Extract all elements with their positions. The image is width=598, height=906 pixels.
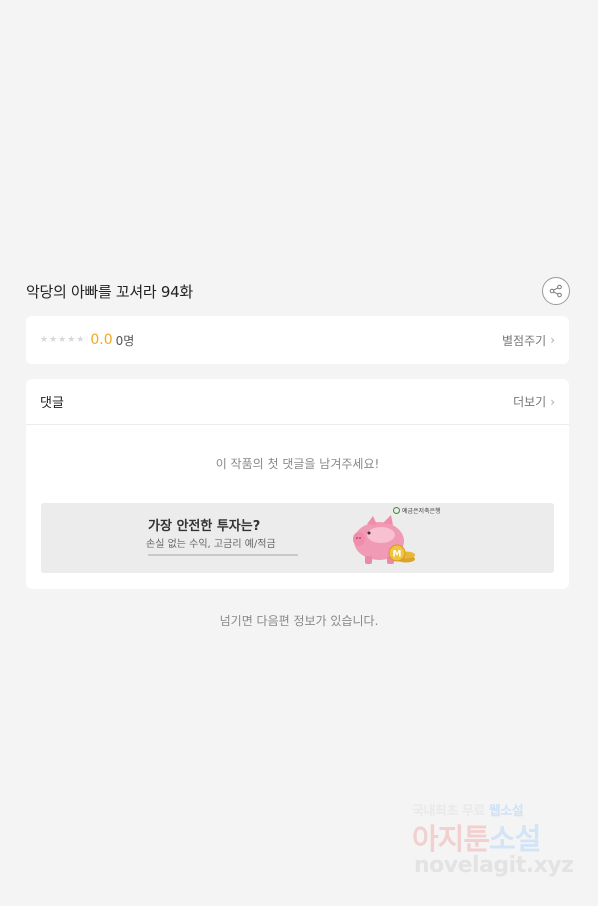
rating-score: 0.0 <box>90 332 113 348</box>
watermark-brand: 아지툰소설 <box>412 816 541 858</box>
star-icon: ★ <box>76 334 85 345</box>
episode-title-row: 악당의 아빠를 꼬셔라 94화 <box>26 276 570 306</box>
comment-card: 댓글 더보기 › 이 작품의 첫 댓글을 남겨주세요! 가장 안전한 투자는? … <box>26 379 569 589</box>
empty-comments-message: 이 작품의 첫 댓글을 남겨주세요! <box>215 457 380 471</box>
chevron-right-icon: › <box>550 394 555 409</box>
rating-card: ★ ★ ★ ★ ★ 0.0 0명 별점주기 › <box>26 316 569 364</box>
ad-fine-print <box>148 553 298 559</box>
rate-button[interactable]: 별점주기 › <box>502 332 555 349</box>
comment-section-title: 댓글 <box>40 396 64 411</box>
svg-text:M: M <box>393 550 402 560</box>
watermark-brand-b: 소설 <box>489 822 541 856</box>
piggy-bank-icon: M <box>353 515 415 564</box>
rating-stars: ★ ★ ★ ★ ★ <box>40 334 85 345</box>
watermark-brand-a: 아지툰 <box>412 822 490 856</box>
watermark: 국내최초 무료 웹소설 아지툰소설 novelagit.xyz <box>412 800 582 882</box>
ad-banner[interactable]: 가장 안전한 투자는? 손실 없는 수익, 고금리 예/적금 예금은저축은행 M <box>41 503 554 573</box>
watermark-url: novelagit.xyz <box>414 853 574 878</box>
rate-button-label: 별점주기 <box>502 333 547 348</box>
next-episode-info: 넘기면 다음편 정보가 있습니다. <box>219 614 379 628</box>
comments-more-label: 더보기 <box>513 395 547 409</box>
star-icon: ★ <box>67 334 76 345</box>
share-icon <box>549 284 562 298</box>
ad-subline: 손실 없는 수익, 고금리 예/적금 <box>146 539 276 550</box>
chevron-right-icon: › <box>550 333 555 347</box>
star-icon: ★ <box>58 334 67 345</box>
comments-more-button[interactable]: 더보기 › <box>513 393 555 410</box>
comment-header: 댓글 더보기 › <box>26 379 569 425</box>
rating-count: 0명 <box>115 333 135 348</box>
episode-title: 악당의 아빠를 꼬셔라 94화 <box>26 282 193 301</box>
star-icon: ★ <box>40 334 49 345</box>
share-button[interactable] <box>542 277 570 305</box>
ad-headline: 가장 안전한 투자는? <box>148 519 261 534</box>
star-icon: ★ <box>49 334 58 345</box>
